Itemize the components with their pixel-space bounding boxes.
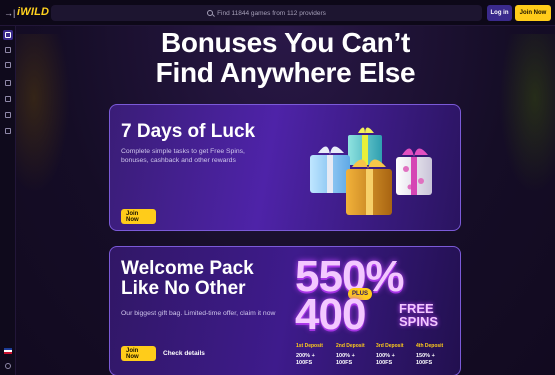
join-now-button[interactable]: Join Now <box>121 346 156 361</box>
search-icon <box>207 10 214 16</box>
deposit-label: 4th Deposit <box>416 343 444 349</box>
join-now-button[interactable]: Join Now <box>515 5 551 21</box>
deposit-label: 2nd Deposit <box>336 343 365 349</box>
free-spins-label: FREE SPINS <box>399 302 438 328</box>
page-title-line2: Find Anywhere Else <box>155 57 416 88</box>
free-spins-label-2: SPINS <box>399 314 439 329</box>
deposit-item: 2nd Deposit 100% + 100FS <box>336 343 376 367</box>
cards-icon[interactable] <box>3 45 13 55</box>
page-title-line1: Bonuses You Can’t <box>160 27 410 58</box>
promo-description: Complete simple tasks to get Free Spins,… <box>121 148 245 164</box>
free-spins-count: 400 <box>295 290 366 339</box>
deposit-value: 100% + 100FS <box>336 353 355 366</box>
live-icon[interactable] <box>3 94 13 104</box>
deposit-item: 4th Deposit 150% + 100FS <box>416 343 456 367</box>
deposit-label: 3rd Deposit <box>376 343 404 349</box>
deposit-item: 3rd Deposit 100% + 100FS <box>376 343 416 367</box>
login-button[interactable]: Log in <box>487 5 512 21</box>
deposit-breakdown: 1st Deposit 200% + 100FS 2nd Deposit 100… <box>296 343 456 373</box>
site-logo[interactable]: iWILD <box>17 6 49 18</box>
deposit-label: 1st Deposit <box>296 343 323 349</box>
search-placeholder: Find 11844 games from 112 providers <box>217 9 326 17</box>
main-content: Bonuses You Can’t Find Anywhere Else 7 D… <box>16 26 555 375</box>
promo-title: 7 Days of Luck <box>121 121 256 142</box>
promo-card-7-days[interactable]: 7 Days of Luck Complete simple tasks to … <box>109 104 461 231</box>
promo-description: Our biggest gift bag. Limited-time offer… <box>121 310 276 317</box>
check-details-link[interactable]: Check details <box>163 346 205 361</box>
page-title: Bonuses You Can’t Find Anywhere Else <box>16 28 555 88</box>
deposit-value: 100% + 100FS <box>376 353 395 366</box>
slots-icon[interactable] <box>3 60 13 70</box>
sidebar-toggle-icon[interactable]: →| <box>4 6 16 20</box>
flag-uk-icon[interactable] <box>4 348 12 354</box>
gift-boxes-image <box>306 117 441 222</box>
deposit-value: 200% + 100FS <box>296 353 315 366</box>
top-bar: →| iWILD Find 11844 games from 112 provi… <box>0 0 555 26</box>
search-input[interactable]: Find 11844 games from 112 providers <box>51 5 482 21</box>
home-icon[interactable] <box>3 30 13 40</box>
promo-title: Welcome Pack Like No Other <box>121 258 254 299</box>
chat-icon[interactable] <box>3 361 13 371</box>
join-now-button[interactable]: Join Now <box>121 209 156 224</box>
star-icon[interactable] <box>3 110 13 120</box>
gift-icon[interactable] <box>3 126 13 136</box>
promo-card-welcome-pack[interactable]: Welcome Pack Like No Other Our biggest g… <box>109 246 461 375</box>
deposit-item: 1st Deposit 200% + 100FS <box>296 343 336 367</box>
grid-icon[interactable] <box>3 78 13 88</box>
deposit-value: 150% + 100FS <box>416 353 435 366</box>
sidebar <box>0 26 16 375</box>
